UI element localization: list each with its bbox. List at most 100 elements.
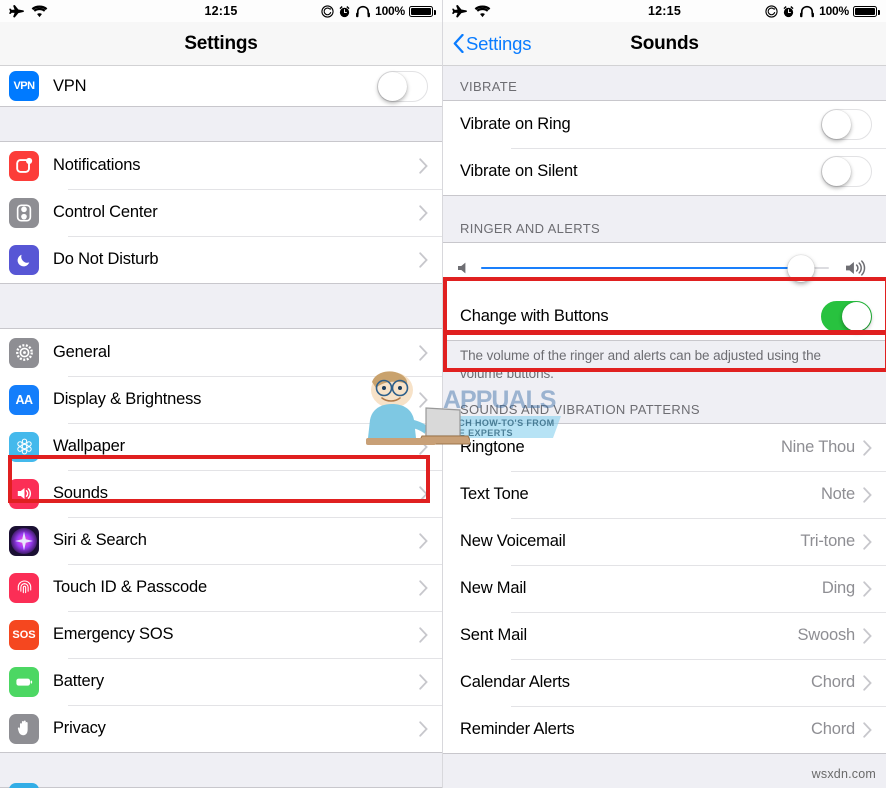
row-value: Ding [821, 579, 855, 598]
chevron-right-icon [419, 532, 428, 549]
row-sent-mail[interactable]: Sent Mail Swoosh [443, 612, 886, 660]
row-vibrate-on-silent[interactable]: Vibrate on Silent [443, 148, 886, 195]
speaker-low-icon [458, 262, 466, 274]
site-watermark: wsxdn.com [811, 767, 876, 781]
row-vibrate-on-ring[interactable]: Vibrate on Ring [443, 101, 886, 148]
volume-slider-track[interactable] [481, 253, 829, 283]
row-label: Battery [53, 672, 104, 690]
section-gap [0, 753, 442, 787]
sidebar-item-privacy[interactable]: Privacy [0, 705, 442, 752]
chevron-right-icon [419, 626, 428, 643]
rotation-lock-icon [321, 4, 334, 18]
chevron-right-icon [419, 251, 428, 268]
row-new-mail[interactable]: New Mail Ding [443, 565, 886, 613]
right-scroll-area[interactable]: VIBRATE Vibrate on Ring Vibrate on Silen… [443, 66, 886, 788]
row-label: Do Not Disturb [53, 250, 159, 268]
siri-search-icon [9, 525, 39, 556]
volume-slider-thumb[interactable] [787, 254, 815, 282]
row-vpn[interactable]: VPN VPN [0, 66, 442, 106]
row-label: Wallpaper [53, 437, 125, 455]
sidebar-item-siri-search[interactable]: Siri & Search [0, 517, 442, 564]
row-label: VPN [53, 76, 87, 95]
chevron-right-icon [419, 720, 428, 737]
right-sounds-screen: 12:15 100% Settings Sounds VIBRATE Vibra… [443, 0, 886, 788]
sidebar-item-battery[interactable]: Battery [0, 658, 442, 705]
vibrate-on-ring-toggle[interactable] [821, 109, 872, 140]
general-icon [9, 337, 39, 368]
vpn-toggle[interactable] [377, 70, 428, 102]
privacy-icon [9, 713, 39, 744]
battery-percent-label: 100% [819, 4, 849, 18]
patterns-section-header-wrap: SOUNDS AND VIBRATION PATTERNS [443, 383, 886, 424]
chevron-right-icon [863, 534, 872, 550]
sidebar-item-notifications[interactable]: Notifications [0, 142, 442, 189]
status-bar-right-icons: 100% [321, 4, 436, 18]
row-value: Note [820, 485, 855, 504]
back-button-settings[interactable]: Settings [443, 33, 531, 55]
row-label: Notifications [53, 156, 141, 174]
chevron-right-icon [419, 579, 428, 596]
status-bar-left: 12:15 100% [0, 0, 442, 22]
vpn-group: VPN VPN [0, 66, 442, 107]
chevron-right-icon [419, 157, 428, 174]
chevron-right-icon [863, 440, 872, 456]
sounds-icon [9, 478, 39, 509]
vibrate-group: Vibrate on Ring Vibrate on Silent [443, 100, 886, 196]
chevron-right-icon [419, 673, 428, 690]
sidebar-item-touch-id-passcode[interactable]: Touch ID & Passcode [0, 564, 442, 611]
status-bar-right: 12:15 100% [443, 0, 886, 22]
vibrate-on-silent-toggle[interactable] [821, 156, 872, 187]
row-text-tone[interactable]: Text Tone Note [443, 471, 886, 519]
row-label: Sent Mail [460, 626, 527, 645]
notifications-group: Notifications Control Center Do Not Dist… [0, 141, 442, 284]
row-value: Chord [811, 673, 855, 692]
sidebar-item-general[interactable]: General [0, 329, 442, 376]
wallpaper-icon [9, 431, 39, 462]
ringer-section-header-wrap: RINGER AND ALERTS [443, 196, 886, 242]
left-nav-bar: Settings [0, 22, 442, 66]
dual-screenshot-container: 12:15 100% Settings VPN VPN Notification… [0, 0, 886, 788]
status-bar-right-icons: 100% [765, 4, 880, 18]
headphones-icon [800, 5, 815, 17]
sidebar-item-control-center[interactable]: Control Center [0, 189, 442, 236]
sidebar-item-display-brightness[interactable]: AA Display & Brightness [0, 376, 442, 423]
chevron-right-icon [863, 722, 872, 738]
patterns-group: Ringtone Nine Thou Text Tone Note New Vo… [443, 423, 886, 755]
row-label: Vibrate on Silent [460, 162, 578, 180]
chevron-right-icon [419, 438, 428, 455]
alarm-icon [783, 5, 794, 17]
ringer-footnote: The volume of the ringer and alerts can … [443, 341, 886, 384]
sidebar-item-sounds[interactable]: Sounds [0, 470, 442, 517]
right-nav-bar: Settings Sounds [443, 22, 886, 66]
row-label: Sounds [53, 484, 108, 502]
touch-id-passcode-icon [9, 572, 39, 603]
control-center-icon [9, 197, 39, 228]
row-label: Privacy [53, 719, 106, 737]
row-label: New Mail [460, 579, 527, 598]
row-reminder-alerts[interactable]: Reminder Alerts Chord [443, 706, 886, 754]
row-ringtone[interactable]: Ringtone Nine Thou [443, 424, 886, 472]
row-new-voicemail[interactable]: New Voicemail Tri-tone [443, 518, 886, 566]
sidebar-item-do-not-disturb[interactable]: Do Not Disturb [0, 236, 442, 283]
vibrate-section-header-wrap: VIBRATE [443, 66, 886, 100]
row-label: Display & Brightness [53, 390, 202, 408]
sidebar-item-wallpaper[interactable]: Wallpaper [0, 423, 442, 470]
app-store-icon [9, 783, 39, 788]
row-calendar-alerts[interactable]: Calendar Alerts Chord [443, 659, 886, 707]
ringer-group: Change with Buttons [443, 242, 886, 341]
row-label: Siri & Search [53, 531, 147, 549]
left-scroll-area[interactable]: VPN VPN Notifications Control Center Do … [0, 66, 442, 788]
sidebar-item-emergency-sos[interactable]: SOS Emergency SOS [0, 611, 442, 658]
general-group: General AA Display & Brightness Wallpape… [0, 328, 442, 753]
section-header-sounds-and-vibration-patterns: SOUNDS AND VIBRATION PATTERNS [460, 402, 700, 418]
chevron-right-icon [419, 204, 428, 221]
display-brightness-icon: AA [9, 384, 39, 415]
vpn-icon: VPN [9, 71, 39, 101]
chevron-right-icon [863, 675, 872, 691]
row-label: General [53, 343, 111, 361]
row-change-with-buttons[interactable]: Change with Buttons [443, 293, 886, 340]
change-with-buttons-toggle[interactable] [821, 301, 872, 332]
chevron-left-icon [453, 34, 464, 53]
section-header-vibrate: VIBRATE [460, 79, 518, 94]
ringer-volume-slider-row[interactable] [443, 243, 886, 293]
